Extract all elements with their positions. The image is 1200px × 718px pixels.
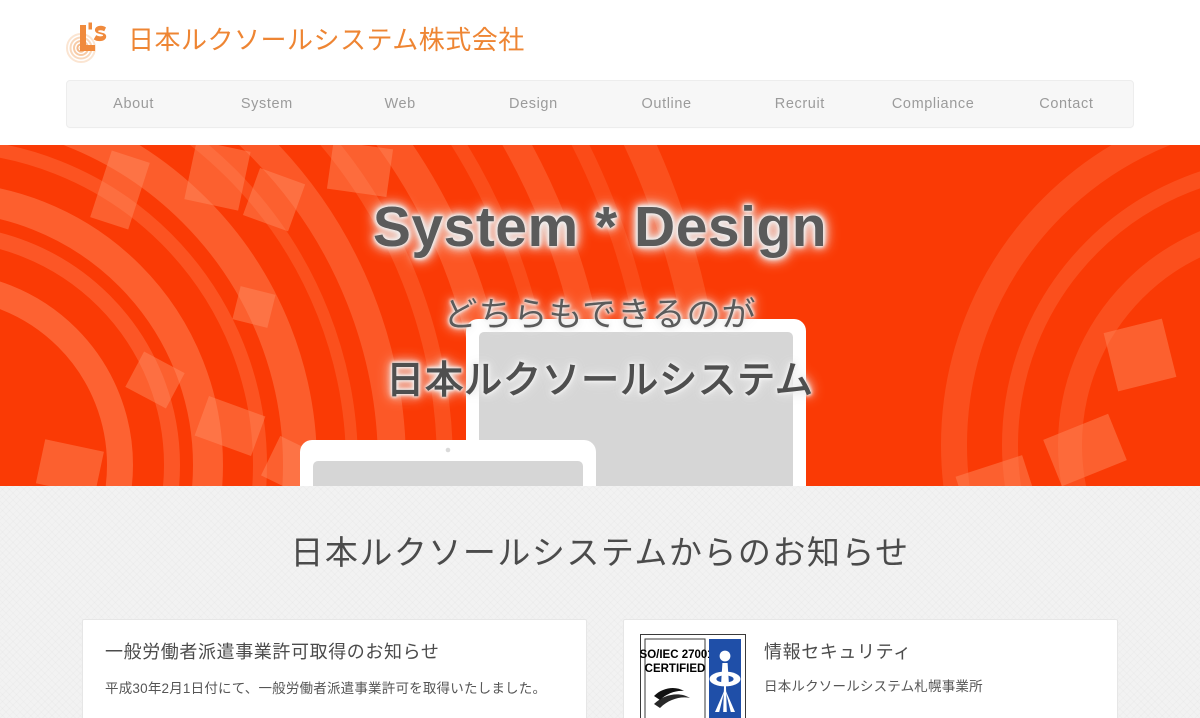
ls-spiral-logo-icon: [66, 17, 114, 63]
laptop-mockup: [300, 440, 596, 486]
brand-logo-link[interactable]: 日本ルクソールシステム株式会社: [66, 17, 525, 63]
news-card-title: 情報セキュリティ: [764, 642, 912, 662]
site-header: 日本ルクソールシステム株式会社: [0, 0, 1200, 80]
iso-badge-line1: ISO/IEC 27001: [640, 649, 714, 661]
news-grid: 一般労働者派遣事業許可取得のお知らせ 平成30年2月1日付にて、一般労働者派遣事…: [0, 619, 1200, 718]
news-card-information-security[interactable]: ISO/IEC 27001 CERTIFIED 情報セキュリティ 日本ルクソール…: [623, 619, 1118, 718]
nav-wrapper: About System Web Design Outline Recruit …: [0, 80, 1200, 145]
main-nav: About System Web Design Outline Recruit …: [66, 80, 1134, 128]
nav-item-about[interactable]: About: [67, 81, 200, 127]
news-card-dispatch-license[interactable]: 一般労働者派遣事業許可取得のお知らせ 平成30年2月1日付にて、一般労働者派遣事…: [82, 619, 587, 718]
nav-item-system[interactable]: System: [200, 81, 333, 127]
news-heading: 日本ルクソールシステムからのお知らせ: [290, 534, 910, 571]
nav-item-compliance[interactable]: Compliance: [867, 81, 1000, 127]
hero-banner: System * Design どちらもできるのが 日本ルクソールシステム: [0, 145, 1200, 486]
news-section: 日本ルクソールシステムからのお知らせ 一般労働者派遣事業許可取得のお知らせ 平成…: [0, 486, 1200, 718]
nav-item-contact[interactable]: Contact: [1000, 81, 1133, 127]
company-name: 日本ルクソールシステム株式会社: [128, 25, 525, 55]
news-card-body: 日本ルクソールシステム札幌事業所: [764, 678, 983, 694]
nav-item-recruit[interactable]: Recruit: [733, 81, 866, 127]
nav-item-web[interactable]: Web: [334, 81, 467, 127]
nav-item-outline[interactable]: Outline: [600, 81, 733, 127]
iso-badge-line2: CERTIFIED: [645, 663, 706, 675]
hero-device-illustration: [300, 319, 806, 486]
news-card-title: 一般労働者派遣事業許可取得のお知らせ: [105, 642, 440, 662]
iso-27001-certified-badge: ISO/IEC 27001 CERTIFIED: [636, 634, 746, 718]
page-root: 日本ルクソールシステム株式会社 About System Web Design …: [0, 0, 1200, 718]
news-card-body: 平成30年2月1日付にて、一般労働者派遣事業許可を取得いたしました。: [105, 680, 547, 696]
news-card-text: 情報セキュリティ 日本ルクソールシステム札幌事業所: [764, 634, 1099, 698]
nav-item-design[interactable]: Design: [467, 81, 600, 127]
